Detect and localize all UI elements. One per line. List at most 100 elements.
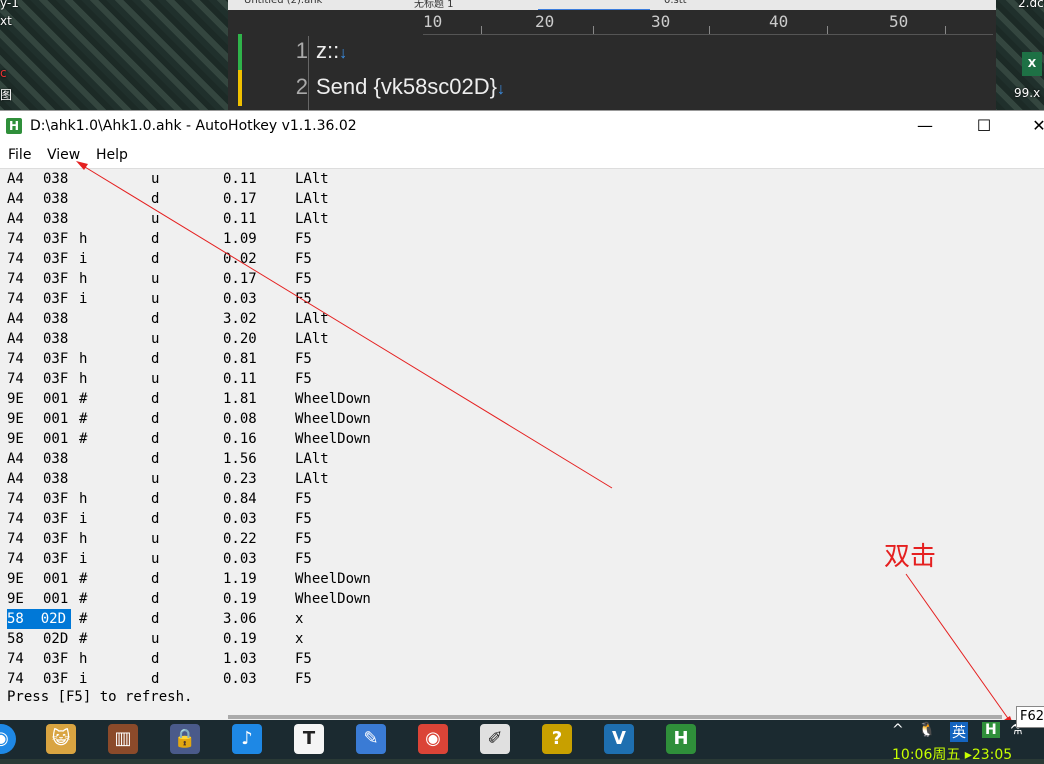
tray-penguin-icon[interactable]: 🐧: [918, 722, 935, 738]
desktop-icon-label[interactable]: 99.x: [1014, 86, 1040, 100]
cat-app-icon[interactable]: 😺: [46, 724, 76, 754]
line-number: 1: [295, 38, 308, 63]
window-titlebar[interactable]: H D:\ahk1.0\Ahk1.0.ahk - AutoHotkey v1.1…: [0, 111, 1044, 141]
menu-help[interactable]: Help: [96, 147, 128, 163]
chrome-icon[interactable]: ◉: [418, 724, 448, 754]
minimize-button[interactable]: —: [902, 111, 948, 141]
sc-cell: 02D: [43, 631, 69, 647]
elapsed-cell: 0.17: [223, 191, 257, 207]
history-row[interactable]: A4 038 d 1.56 LAlt: [0, 449, 1044, 469]
horizontal-scrollbar[interactable]: [228, 715, 1002, 719]
history-row[interactable]: 74 03F h u 0.11 F5: [0, 369, 1044, 389]
key-cell: F5: [295, 511, 312, 527]
history-row[interactable]: 74 03F h d 1.03 F5: [0, 649, 1044, 669]
excel-file-icon[interactable]: X: [1022, 52, 1042, 76]
desktop-icon-label[interactable]: ý-1: [0, 0, 19, 10]
key-cell: F5: [295, 671, 312, 687]
history-row[interactable]: 74 03F h d 1.09 F5: [0, 229, 1044, 249]
history-row[interactable]: 74 03F i d 0.03 F5: [0, 669, 1044, 689]
vk-cell: 9E: [7, 411, 24, 427]
history-row[interactable]: 74 03F i d 0.02 F5: [0, 249, 1044, 269]
sc-cell: 001: [43, 571, 69, 587]
history-row[interactable]: 74 03F h u 0.17 F5: [0, 269, 1044, 289]
elapsed-cell: 0.02: [223, 251, 257, 267]
start-button-icon[interactable]: ◉: [0, 724, 16, 754]
autohotkey-main-window[interactable]: H D:\ahk1.0\Ahk1.0.ahk - AutoHotkey v1.1…: [0, 110, 1044, 721]
updown-cell: d: [151, 431, 160, 447]
updown-cell: d: [151, 651, 160, 667]
history-row[interactable]: 58 02D # u 0.19 x: [0, 629, 1044, 649]
ruler-label: 10: [423, 12, 443, 31]
editor-tab[interactable]: 0.stt: [658, 0, 693, 9]
sc-cell: 03F: [43, 511, 69, 527]
help-doc-app-icon[interactable]: ?: [542, 724, 572, 754]
history-row[interactable]: A4 038 u 0.20 LAlt: [0, 329, 1044, 349]
music-app-icon[interactable]: ♪: [232, 724, 262, 754]
close-button[interactable]: ✕: [1016, 111, 1044, 141]
tray-chevron-icon[interactable]: ^: [892, 722, 904, 738]
line-end-arrow-icon: ↓: [497, 81, 506, 98]
tray-tooltip: F62: [1016, 706, 1044, 728]
key-cell: LAlt: [295, 311, 329, 327]
taskbar: ◉ ^ 🐧 英 H ⚗ 10:06周五 ▸23:05 😺 ▥ 🔒 ♪ T ✎ ◉ ✐? V H: [0, 720, 1044, 763]
history-row[interactable]: A4 038 u 0.11 LAlt: [0, 209, 1044, 229]
sc-cell: 038: [43, 191, 69, 207]
history-row[interactable]: 9E 001 # d 1.81 WheelDown: [0, 389, 1044, 409]
autohotkey-taskbar-icon[interactable]: H: [666, 724, 696, 754]
books-app-icon[interactable]: ▥: [108, 724, 138, 754]
vk-cell: 74: [7, 551, 24, 567]
lock-app-icon[interactable]: 🔒: [170, 724, 200, 754]
history-row[interactable]: 74 03F i d 0.03 F5: [0, 509, 1044, 529]
line-change-marker: [238, 70, 242, 106]
elapsed-cell: 1.03: [223, 651, 257, 667]
history-row[interactable]: 9E 001 # d 0.16 WheelDown: [0, 429, 1044, 449]
history-row[interactable]: A4 038 d 0.17 LAlt: [0, 189, 1044, 209]
autohotkey-app-icon[interactable]: H: [6, 118, 22, 134]
vk-cell: 74: [7, 351, 24, 367]
desktop-icon-label[interactable]: 2.dc: [1018, 0, 1044, 10]
code-line[interactable]: Send {vk58sc02D}↓: [316, 74, 505, 100]
history-row[interactable]: 74 03F i u 0.03 F5: [0, 289, 1044, 309]
vim-app-icon[interactable]: V: [604, 724, 634, 754]
updown-cell: d: [151, 411, 160, 427]
code-text: z::: [316, 38, 340, 63]
elapsed-cell: 1.56: [223, 451, 257, 467]
vk-cell: 74: [7, 371, 24, 387]
editor-tab[interactable]: 无标题 1: [408, 0, 460, 10]
background-editor-window[interactable]: Untitled (2).ahk 无标题 1 0.stt 10 20 30 40…: [228, 0, 996, 110]
code-line[interactable]: z::↓: [316, 38, 347, 64]
history-row[interactable]: 5802D#d3.06x58 02D: [0, 609, 1044, 629]
ime-indicator[interactable]: 英: [950, 722, 968, 742]
clock[interactable]: 10:06周五 ▸23:05: [892, 744, 1012, 764]
updown-cell: u: [151, 631, 160, 647]
history-row[interactable]: 9E 001 # d 0.08 WheelDown: [0, 409, 1044, 429]
history-row[interactable]: A4 038 u 0.11 LAlt: [0, 169, 1044, 189]
autohotkey-tray-icon[interactable]: H: [982, 722, 1000, 738]
history-row[interactable]: A4 038 u 0.23 LAlt: [0, 469, 1044, 489]
history-row[interactable]: 74 03F h d 0.84 F5: [0, 489, 1044, 509]
menu-view[interactable]: View: [47, 147, 80, 163]
key-cell: F5: [295, 351, 312, 367]
notepad-app-icon[interactable]: ✐: [480, 724, 510, 754]
menu-file[interactable]: File: [8, 147, 31, 163]
elapsed-cell: 0.11: [223, 211, 257, 227]
key-cell: F5: [295, 651, 312, 667]
desktop-icon-label[interactable]: 图: [0, 86, 12, 103]
editor-tab-active[interactable]: [538, 0, 650, 10]
type-cell: #: [79, 631, 88, 647]
history-row[interactable]: 74 03F h d 0.81 F5: [0, 349, 1044, 369]
key-history-view[interactable]: Press [F5] to refresh. A4 038 u 0.11 LAlt A4 0…: [0, 169, 1044, 715]
updown-cell: d: [151, 451, 160, 467]
maximize-button[interactable]: ☐: [961, 111, 1007, 141]
vk-cell: 58: [7, 631, 24, 647]
key-cell: x: [295, 631, 304, 647]
typora-app-icon[interactable]: T: [294, 724, 324, 754]
editor-tab[interactable]: Untitled (2).ahk: [238, 0, 328, 9]
vk-cell: A4: [7, 171, 24, 187]
history-row[interactable]: A4 038 d 3.02 LAlt: [0, 309, 1044, 329]
desktop-icon-label[interactable]: xt: [0, 14, 12, 28]
desktop-icon-label[interactable]: c: [0, 66, 7, 80]
vk-cell: 9E: [7, 591, 24, 607]
history-row[interactable]: 9E 001 # d 0.19 WheelDown: [0, 589, 1044, 609]
paint-app-icon[interactable]: ✎: [356, 724, 386, 754]
